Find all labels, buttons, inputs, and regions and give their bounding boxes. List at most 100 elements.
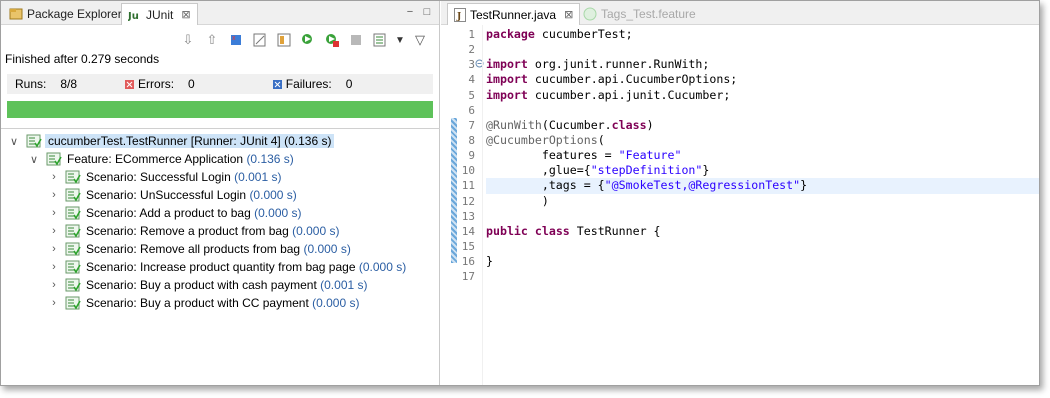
runs-label: Runs: [15, 77, 47, 91]
failure-icon [272, 79, 282, 89]
line-number: 16 [461, 255, 475, 269]
chevron-down-icon[interactable]: ∨ [29, 153, 39, 166]
scenario-time: (0.000 s) [254, 206, 302, 220]
code-token: @CucumberOptions [486, 132, 598, 147]
chevron-down-icon[interactable]: ∨ [9, 135, 19, 148]
chevron-right-icon[interactable]: › [49, 207, 59, 219]
close-icon[interactable]: ⊠ [564, 8, 573, 21]
code-line: import cucumber.api.junit.Cucumber; [486, 88, 1039, 103]
tree-scenario[interactable]: › Scenario: Add a product to bag (0.000 s… [1, 204, 440, 222]
code-token: import [486, 87, 528, 102]
chevron-right-icon[interactable]: › [49, 297, 59, 309]
view-menu-icon[interactable]: ▽ [411, 31, 429, 49]
chevron-down-icon[interactable]: ▼ [395, 31, 405, 49]
scenario-label[interactable]: Scenario: Buy a product with cash paymen… [86, 278, 368, 292]
test-suite-pass-icon [65, 224, 81, 238]
code-token: ) [646, 117, 654, 132]
scenario-name: Scenario: UnSuccessful Login [86, 188, 247, 202]
scenario-label[interactable]: Scenario: Successful Login (0.001 s) [86, 170, 281, 184]
chevron-right-icon[interactable]: › [49, 189, 59, 201]
tree-root[interactable]: ∨ cucumberTest.TestRunner [Runner: JUnit… [1, 132, 440, 150]
tree-scenario[interactable]: › Scenario: UnSuccessful Login (0.000 s) [1, 186, 440, 204]
code-token: ) [486, 193, 549, 208]
rerun-test-icon[interactable] [299, 31, 317, 49]
scenario-label[interactable]: Scenario: Remove all products from bag (… [86, 242, 351, 256]
scenario-time: (0.001 s) [320, 278, 368, 292]
code-token: ,glue={ [486, 163, 591, 178]
code-line: @RunWith(Cucumber.class) [486, 118, 1039, 133]
line-number-ruler: 1 2 3 4 5 6 7 8 9 10 11 12 13 14 15 16 17 [457, 27, 475, 284]
divider [1, 128, 440, 129]
tree-feature-label[interactable]: Feature: ECommerce Application (0.136 s) [67, 152, 294, 166]
test-suite-pass-icon [46, 152, 62, 166]
minimize-icon[interactable]: − [403, 5, 417, 19]
tab-tags-test-feature[interactable]: Tags_Test.feature [577, 3, 702, 25]
chevron-right-icon[interactable]: › [49, 261, 59, 273]
eclipse-window: Package Explorer Ju JUnit ⊠ − □ ⇩ ⇧ x ▼ … [0, 0, 1040, 386]
tree-root-label[interactable]: cucumberTest.TestRunner [Runner: JUnit 4… [45, 134, 335, 148]
show-failures-only-icon[interactable]: x [227, 31, 245, 49]
chevron-right-icon[interactable]: › [49, 243, 59, 255]
test-tree: ∨ cucumberTest.TestRunner [Runner: JUnit… [1, 132, 440, 312]
code-token: package [486, 27, 535, 41]
feature-name: Feature: ECommerce Application [67, 152, 244, 166]
scroll-lock-icon[interactable] [251, 31, 269, 49]
previous-failure-icon[interactable]: ⇧ [203, 31, 221, 49]
test-run-history-icon[interactable] [371, 31, 389, 49]
editor-tab-bar: J TestRunner.java ⊠ Tags_Test.feature [441, 1, 1039, 25]
code-token: TestRunner { [569, 223, 661, 238]
code-token: cucumberTest; [534, 27, 633, 41]
root-name: cucumberTest.TestRunner [Runner: JUnit 4… [48, 134, 281, 148]
scenario-label[interactable]: Scenario: Increase product quantity from… [86, 260, 406, 274]
next-failure-icon[interactable]: ⇩ [179, 31, 197, 49]
tab-testrunner-java[interactable]: J TestRunner.java ⊠ [447, 3, 581, 25]
scenario-label[interactable]: Scenario: Buy a product with CC payment … [86, 296, 359, 310]
code-token: } [800, 178, 808, 193]
code-line: import cucumber.api.CucumberOptions; [486, 72, 1039, 87]
errors-value: 0 [188, 77, 195, 91]
code-line: public class TestRunner { [486, 224, 1039, 239]
java-file-icon: J [454, 7, 466, 22]
scenario-label[interactable]: Scenario: Add a product to bag (0.000 s) [86, 206, 302, 220]
code-editor[interactable]: package cucumberTest; import org.junit.ru… [486, 27, 1039, 284]
tree-scenario[interactable]: › Scenario: Buy a product with CC payment… [1, 294, 440, 312]
line-number: 7 [468, 118, 475, 132]
maximize-icon[interactable]: □ [420, 5, 434, 19]
line-number: 4 [468, 73, 475, 87]
tree-scenario[interactable]: › Scenario: Remove all products from bag … [1, 240, 440, 258]
line-number: 6 [468, 103, 475, 117]
test-suite-pass-icon [65, 260, 81, 274]
chevron-right-icon[interactable]: › [49, 171, 59, 183]
chevron-right-icon[interactable]: › [49, 279, 59, 291]
junit-toolbar: ⇩ ⇧ x ▼ ▽ [179, 29, 429, 51]
rerun-failed-first-icon[interactable] [323, 31, 341, 49]
code-token: "stepDefinition" [590, 163, 703, 178]
tab-label: Tags_Test.feature [601, 7, 696, 21]
tab-package-explorer[interactable]: Package Explorer [3, 3, 128, 25]
code-line: @CucumberOptions( [486, 133, 1039, 148]
code-line: package cucumberTest; [486, 27, 1039, 42]
tab-junit[interactable]: Ju JUnit ⊠ [121, 3, 198, 25]
close-icon[interactable]: ⊠ [181, 8, 190, 21]
test-suite-pass-icon [65, 242, 81, 256]
scenario-label[interactable]: Scenario: UnSuccessful Login (0.000 s) [86, 188, 297, 202]
line-number: 2 [468, 43, 475, 57]
code-token: (Cucumber. [541, 117, 612, 132]
scenario-label[interactable]: Scenario: Remove a product from bag (0.0… [86, 224, 339, 238]
tree-scenario[interactable]: › Scenario: Successful Login (0.001 s) [1, 168, 440, 186]
layout-icon[interactable] [275, 31, 293, 49]
code-token: cucumber.api.CucumberOptions; [527, 72, 738, 87]
tree-scenario[interactable]: › Scenario: Remove a product from bag (0.… [1, 222, 440, 240]
line-number: 9 [468, 149, 475, 163]
code-line: features = "Feature" [486, 148, 1039, 163]
tree-feature[interactable]: ∨ Feature: ECommerce Application (0.136 … [1, 150, 440, 168]
chevron-right-icon[interactable]: › [49, 225, 59, 237]
code-line: ,glue={"stepDefinition"} [486, 163, 1039, 178]
ruler-divider [482, 25, 483, 385]
tree-scenario[interactable]: › Scenario: Buy a product with cash payme… [1, 276, 440, 294]
stop-icon[interactable] [347, 31, 365, 49]
tree-scenario[interactable]: › Scenario: Increase product quantity fro… [1, 258, 440, 276]
